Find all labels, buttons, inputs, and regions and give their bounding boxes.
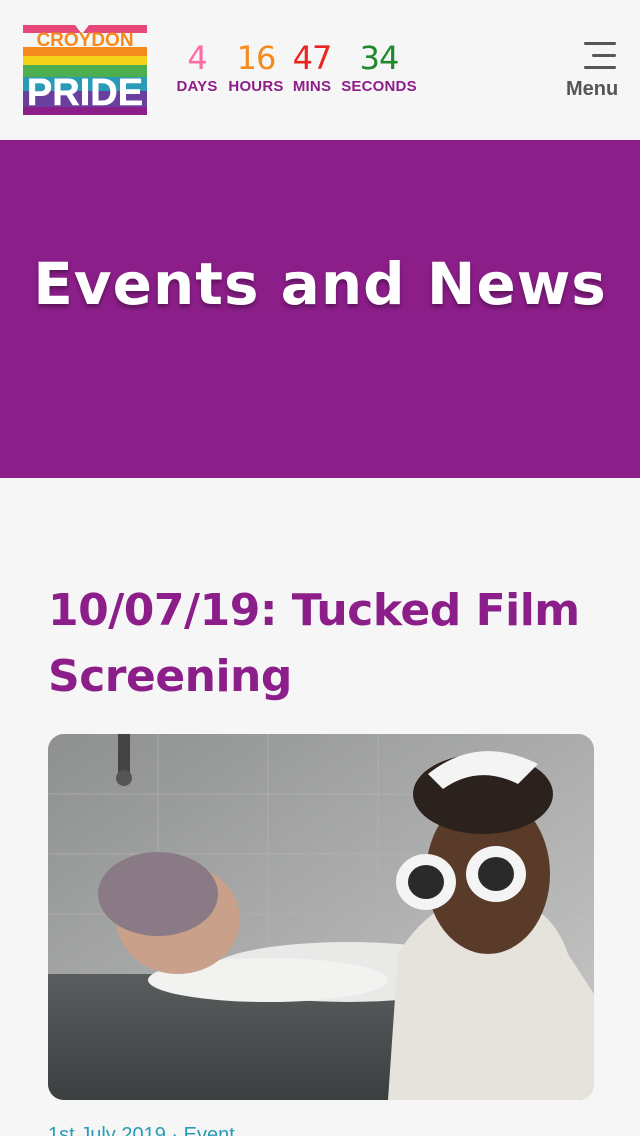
countdown-hours-label: HOURS (228, 78, 284, 95)
page-title: Events and News (33, 250, 607, 318)
countdown-hours: 16 HOURS (228, 38, 284, 95)
croydon-pride-logo[interactable]: CROYDON PRIDE (23, 25, 147, 115)
news-article: 10/07/19: Tucked Film Screening 1st July… (48, 578, 594, 1136)
logo-line2: PRIDE (27, 72, 143, 114)
article-image[interactable] (48, 734, 594, 1100)
page-banner: Events and News (0, 140, 640, 478)
logo-line1: CROYDON (36, 30, 133, 51)
countdown-days: 4 DAYS (176, 38, 218, 95)
countdown-seconds-label: SECONDS (341, 78, 417, 95)
countdown-days-value: 4 (187, 39, 207, 77)
article-meta: 1st July 2019 · Event (48, 1124, 235, 1136)
countdown-days-label: DAYS (176, 78, 218, 95)
countdown-mins-label: MINS (292, 78, 332, 95)
countdown-mins-value: 47 (292, 39, 333, 77)
hamburger-icon[interactable] (584, 42, 616, 69)
site-header: CROYDON PRIDE 4 DAYS 16 HOURS 47 MINS 34… (0, 0, 640, 140)
countdown-hours-value: 16 (236, 39, 277, 77)
countdown-seconds-value: 34 (359, 39, 400, 77)
menu-button[interactable]: Menu (562, 38, 622, 104)
countdown-seconds: 34 SECONDS (341, 38, 417, 95)
menu-label[interactable]: Menu (566, 78, 618, 101)
event-countdown: 4 DAYS 16 HOURS 47 MINS 34 SECONDS (176, 38, 417, 95)
countdown-mins: 47 MINS (292, 38, 333, 95)
article-title-link[interactable]: 10/07/19: Tucked Film Screening (48, 578, 594, 710)
